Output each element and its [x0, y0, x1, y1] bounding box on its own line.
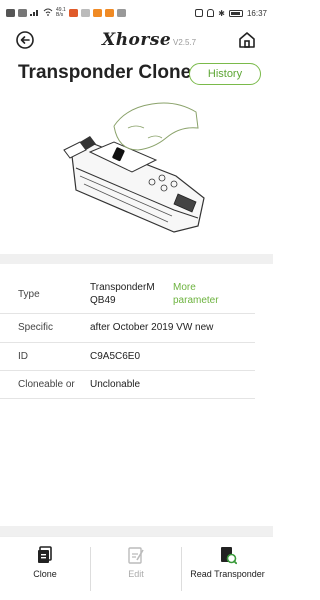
key-programmer-illustration: [63, 102, 205, 233]
back-button[interactable]: [15, 30, 35, 50]
app-notification-icon-3: [104, 9, 114, 17]
sim-icon: [6, 9, 15, 17]
tab-label: Edit: [128, 569, 144, 579]
read-transponder-tab[interactable]: Read Transponder: [182, 537, 273, 600]
tab-label: Read Transponder: [190, 569, 265, 579]
status-bar: 49.1 B/s ✱ 16:37: [0, 0, 273, 26]
more-parameter-link[interactable]: More parameter: [173, 281, 219, 307]
section-separator: [0, 254, 273, 264]
bluetooth-icon: ✱: [218, 8, 225, 18]
info-row-type: Type TransponderM QB49 More parameter: [0, 270, 255, 314]
info-row-specific: Specific after October 2019 VW new: [0, 314, 255, 343]
nfc-icon: [195, 9, 204, 17]
hd-icon: [18, 9, 27, 17]
app-notification-icon-4: [116, 9, 126, 17]
info-row-id: ID C9A5C6E0: [0, 343, 255, 371]
info-value: TransponderM QB49: [90, 282, 155, 306]
tab-label: Clone: [33, 569, 57, 579]
info-label: Cloneable or: [18, 379, 75, 390]
brand-logo: Xhorse: [102, 30, 172, 50]
net-speed: 49.1 B/s: [56, 7, 66, 18]
clone-icon: [38, 546, 52, 563]
back-arrow-icon: [16, 31, 34, 49]
info-label: Type: [18, 289, 40, 300]
page-title: Transponder Clone: [18, 62, 192, 83]
home-icon: [239, 32, 255, 48]
home-button[interactable]: [237, 30, 257, 50]
edit-icon: [128, 547, 144, 564]
edit-tab[interactable]: Edit: [91, 537, 181, 600]
status-icons-right: ✱ 16:37: [195, 9, 267, 18]
read-transponder-icon: [220, 547, 237, 565]
title-row: Transponder Clone History: [0, 62, 273, 90]
battery-icon: [228, 9, 243, 17]
info-label: Specific: [18, 322, 54, 333]
bottom-separator: [0, 526, 273, 536]
signal-icon: [30, 8, 40, 18]
info-row-cloneable: Cloneable or Unclonable: [0, 371, 255, 399]
top-nav: Xhorse V2.5.7: [0, 28, 273, 52]
wifi-icon: [43, 8, 53, 18]
info-value: C9A5C6E0: [90, 351, 141, 362]
info-label: ID: [18, 351, 28, 362]
info-value: after October 2019 VW new: [90, 322, 214, 333]
mute-icon: [207, 9, 215, 17]
status-icons-left: 49.1 B/s: [6, 8, 126, 18]
app-version: V2.5.7: [173, 38, 197, 47]
app-notification-icon: [68, 9, 78, 17]
clone-tab[interactable]: Clone: [0, 537, 90, 600]
clock: 16:37: [246, 8, 267, 18]
info-value: Unclonable: [90, 379, 141, 390]
app-notification-icon-2: [92, 9, 102, 17]
device-illustration: [56, 98, 216, 238]
bottom-action-bar: Clone Edit Read Transponder: [0, 536, 273, 600]
history-button[interactable]: History: [189, 63, 261, 85]
image-notification-icon: [80, 9, 90, 17]
transponder-info-table: Type TransponderM QB49 More parameter Spec…: [0, 270, 273, 399]
